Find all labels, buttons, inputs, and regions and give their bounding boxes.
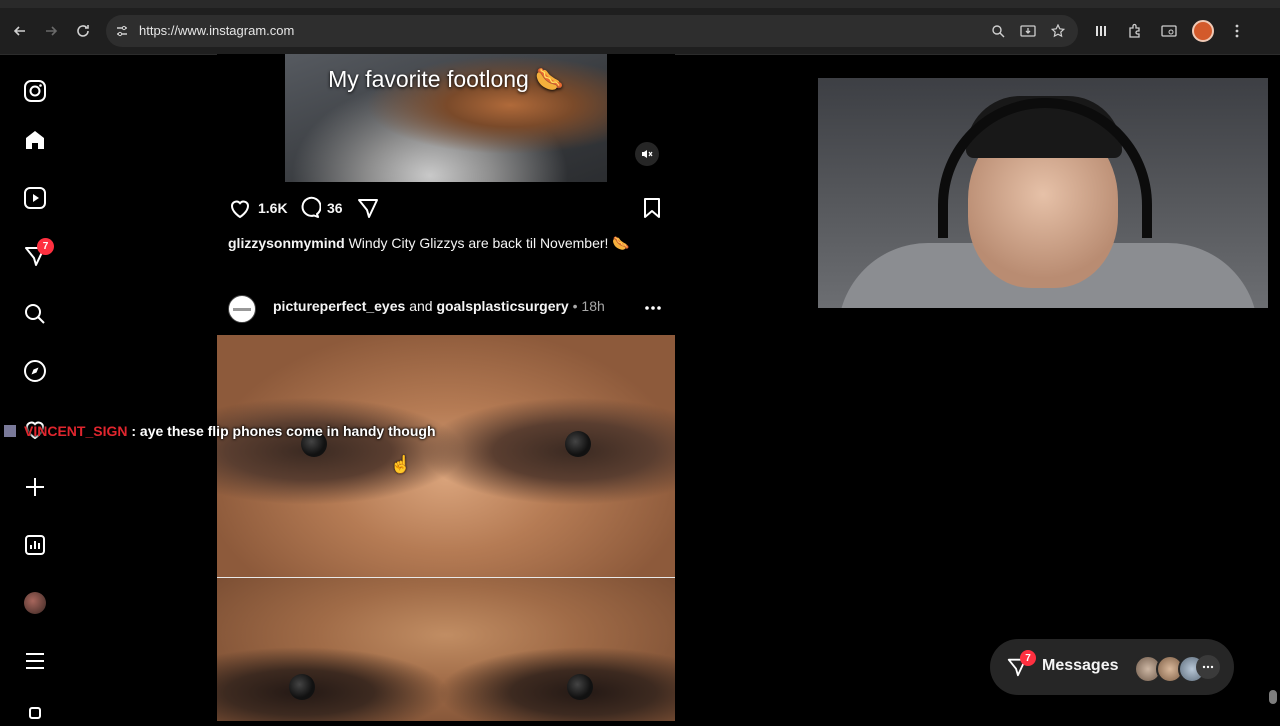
post-header: pictureperfect_eyes and goalsplasticsurg… — [228, 293, 674, 323]
post-author-conjunction: and — [409, 298, 433, 314]
tab-search-icon[interactable] — [1158, 20, 1180, 42]
caption-username[interactable]: glizzysonmymind — [228, 235, 345, 251]
like-button[interactable]: 1.6K — [228, 196, 288, 220]
post-photo-after[interactable] — [217, 577, 675, 721]
hand-cursor-icon: ☝ — [390, 455, 412, 474]
explore-compass-icon[interactable] — [22, 358, 48, 384]
url-text[interactable]: https://www.instagram.com — [139, 23, 294, 38]
save-button[interactable] — [640, 196, 664, 220]
notifications-badge: 7 — [37, 238, 54, 255]
reels-icon[interactable] — [22, 185, 48, 211]
search-icon[interactable] — [22, 301, 48, 327]
create-plus-icon[interactable] — [22, 474, 48, 500]
heart-icon — [230, 200, 250, 219]
chat-separator: : — [127, 423, 140, 439]
share-icon — [358, 199, 378, 218]
instagram-logo-icon[interactable] — [22, 78, 48, 104]
post-time[interactable]: 18h — [581, 298, 604, 314]
post-author-1[interactable]: pictureperfect_eyes — [273, 298, 405, 314]
messages-badge: 7 — [1020, 650, 1036, 666]
back-icon[interactable] — [8, 19, 32, 43]
forward-icon[interactable] — [39, 19, 63, 43]
browser-tab-strip — [0, 0, 1280, 8]
post-actions-bar: 1.6K 36 — [228, 196, 674, 222]
video-overlay-text: My favorite footlong 🌭 — [328, 66, 564, 92]
bookmark-star-icon[interactable] — [1048, 21, 1068, 41]
stream-chat-message: VINCENT_SIGN : aye these flip phones com… — [4, 423, 436, 439]
profile-avatar-icon[interactable] — [1192, 20, 1214, 42]
comment-icon — [301, 196, 321, 218]
more-dots-icon — [645, 306, 661, 310]
bookmark-icon — [644, 198, 660, 218]
chat-message-text: aye these flip phones come in handy thou… — [139, 423, 436, 439]
muted-audio-icon[interactable] — [635, 142, 659, 166]
webcam-overlay — [818, 78, 1268, 308]
caption-text: Windy City Glizzys are back til November… — [348, 235, 630, 251]
comment-button[interactable]: 36 — [297, 196, 343, 220]
post-time-separator: • — [568, 298, 582, 314]
post-author-avatar[interactable] — [228, 295, 256, 323]
messages-label: Messages — [1042, 657, 1119, 674]
profile-avatar[interactable] — [22, 590, 48, 616]
zoom-icon[interactable] — [988, 21, 1008, 41]
messages-button[interactable]: 7 Messages — [990, 639, 1234, 695]
browser-toolbar: https://www.instagram.com — [0, 8, 1280, 55]
video-frame[interactable]: My favorite footlong 🌭 — [285, 54, 607, 182]
dashboard-chart-icon[interactable] — [22, 532, 48, 558]
address-bar[interactable]: https://www.instagram.com — [106, 15, 1078, 47]
page-scrollbar[interactable] — [1269, 690, 1277, 704]
reload-icon[interactable] — [71, 19, 95, 43]
likes-count[interactable]: 1.6K — [258, 200, 288, 216]
also-from-meta-icon[interactable] — [22, 700, 48, 726]
extensions-puzzle-icon[interactable] — [1124, 20, 1146, 42]
share-button[interactable] — [356, 196, 380, 220]
post-caption: glizzysonmymind Windy City Glizzys are b… — [228, 235, 630, 252]
post-author-2[interactable]: goalsplasticsurgery — [436, 298, 568, 314]
eye-right — [567, 674, 593, 700]
eye-right — [565, 431, 591, 457]
chat-username: VINCENT_SIGN — [24, 423, 128, 439]
more-dots-icon — [1196, 655, 1220, 679]
webcam-headphones — [938, 98, 1152, 238]
post-options-button[interactable] — [644, 295, 662, 316]
more-menu-icon[interactable] — [22, 648, 48, 674]
home-icon[interactable] — [22, 127, 48, 153]
site-settings-icon[interactable] — [114, 23, 130, 39]
install-app-icon[interactable] — [1018, 21, 1038, 41]
video-post-media[interactable]: My favorite footlong 🌭 — [217, 54, 675, 182]
comments-count[interactable]: 36 — [327, 200, 343, 216]
extension-icon[interactable] — [1090, 20, 1112, 42]
post-photo-before[interactable] — [217, 335, 675, 577]
browser-menu-icon[interactable] — [1226, 20, 1248, 42]
eye-left — [289, 674, 315, 700]
chat-badge-icon — [4, 425, 16, 437]
